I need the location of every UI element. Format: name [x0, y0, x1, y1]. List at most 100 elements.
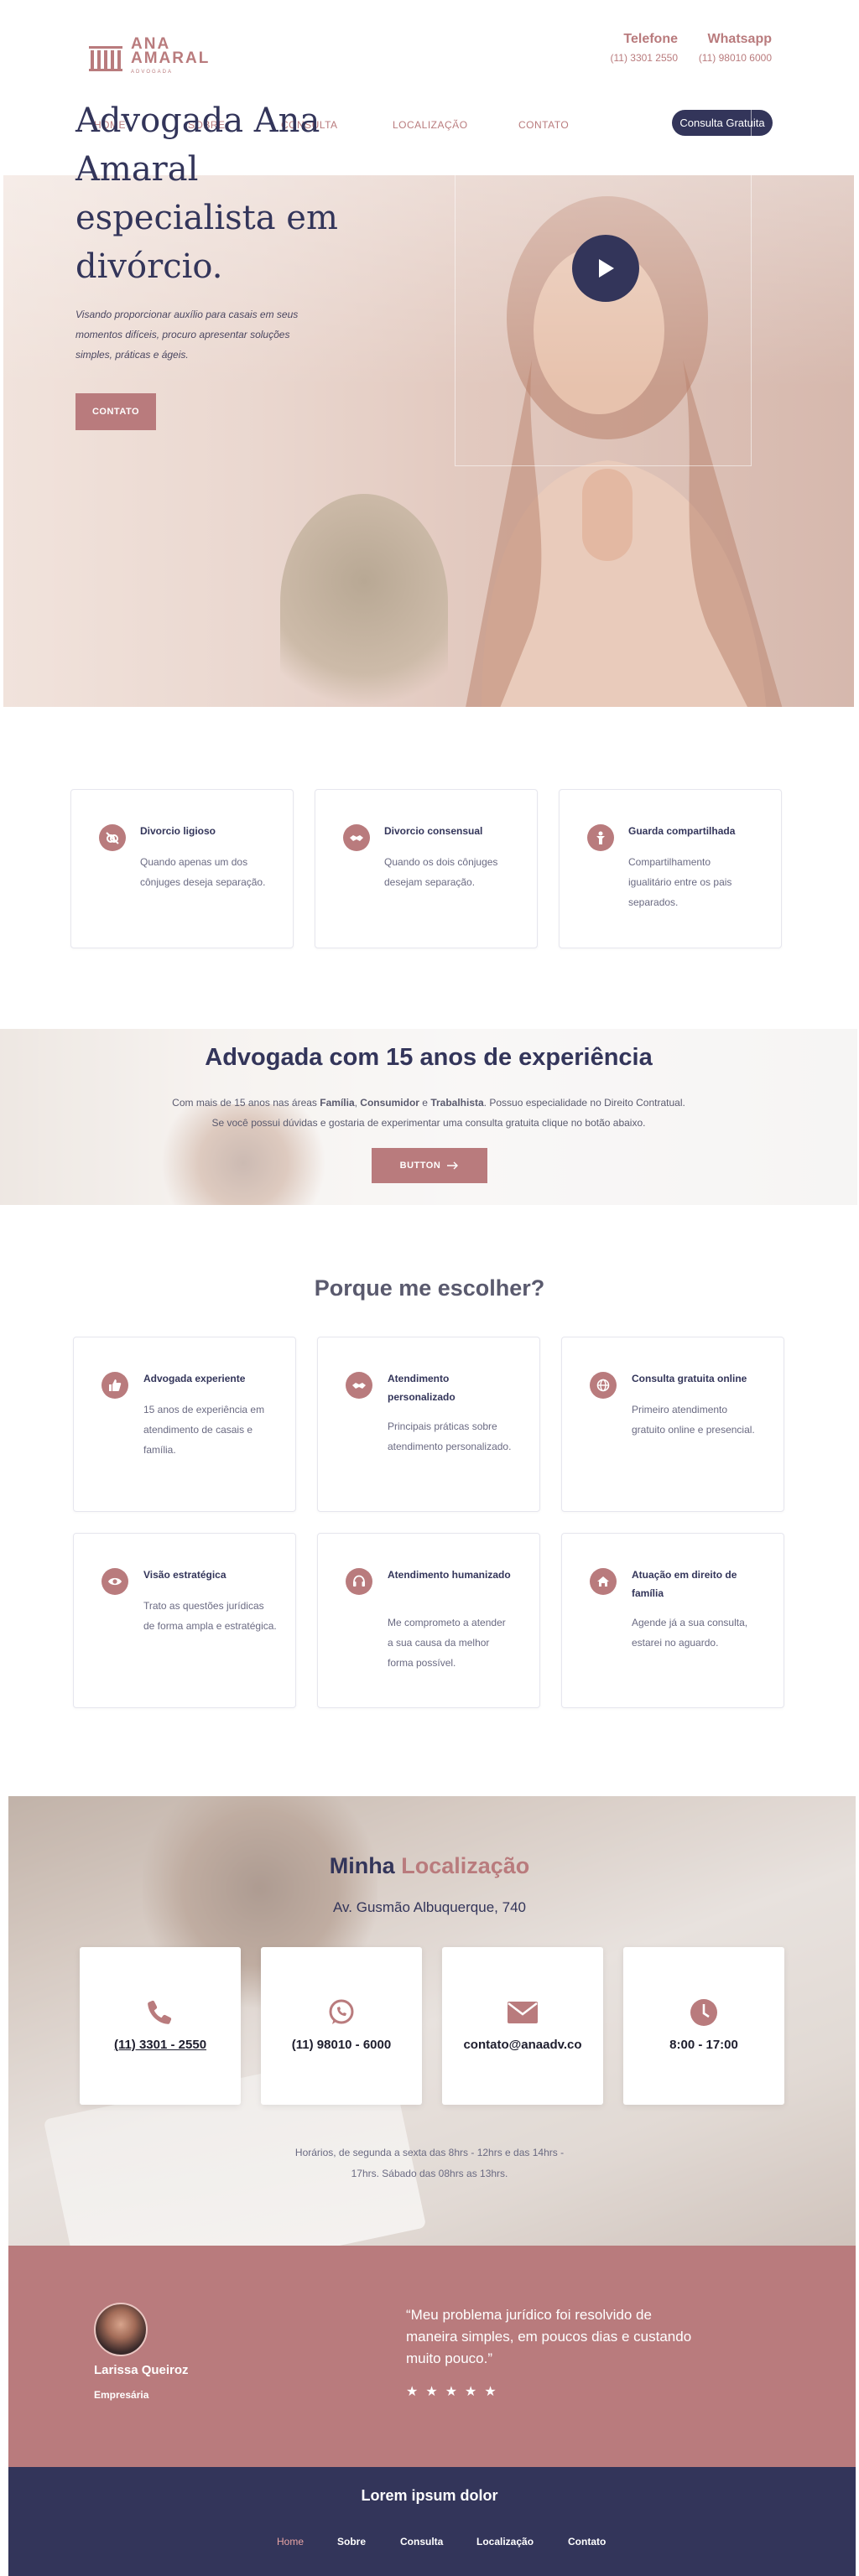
- service-title: Divorcio consensual: [384, 825, 483, 837]
- avatar: [94, 2303, 148, 2356]
- testimonial-role: Empresária: [94, 2389, 149, 2401]
- footer-nav-localizacao[interactable]: Localização: [476, 2536, 568, 2547]
- why-desc: Me comprometo a atender a sua causa da m…: [388, 1617, 506, 1669]
- contact-card-email-text: contato@anaadv.co: [463, 2038, 582, 2052]
- contact-card-hours-text: 8:00 - 17:00: [669, 2038, 738, 2052]
- why-title-text: Atendimento personalizado: [388, 1373, 456, 1403]
- play-video-button[interactable]: [572, 235, 639, 302]
- service-title: Guarda compartilhada: [628, 825, 736, 837]
- brand-line-3: ADVOGADA: [131, 70, 174, 75]
- office-hours-line-1: Horários, de segunda a sexta das 8hrs - …: [294, 2147, 565, 2158]
- why-desc: 15 anos de experiência em atendimento de…: [143, 1404, 265, 1456]
- globe-icon: [590, 1372, 617, 1399]
- why-desc: Primeiro atendimento gratuito online e p…: [632, 1404, 755, 1436]
- why-title-text: Atendimento humanizado: [388, 1569, 511, 1581]
- hero-title: Advogada Ana Amaral especialista em divó…: [75, 101, 338, 286]
- child-icon: [587, 824, 614, 851]
- star-icon: ★: [445, 2385, 458, 2399]
- testimonial-quote: “Meu problema jurídico foi resolvido de …: [406, 2307, 692, 2366]
- contact-phone-label: Telefone: [623, 32, 678, 46]
- contact-phone-value[interactable]: (11) 3301 2550: [594, 52, 678, 64]
- why-title-text: Visão estratégica: [143, 1569, 226, 1581]
- area-trabalhista: Trabalhista: [430, 1097, 484, 1109]
- star-icon: ★: [484, 2385, 497, 2399]
- experience-text-part: Com mais de 15 anos nas áreas: [172, 1097, 320, 1109]
- footer-nav-home[interactable]: Home: [277, 2536, 337, 2547]
- brand-logo[interactable]: ANA AMARAL ADVOGADA: [89, 36, 211, 80]
- footer: [8, 2467, 856, 2576]
- star-icon: ★: [465, 2385, 477, 2399]
- envelope-icon: [442, 1996, 603, 2029]
- footer-title: Lorem ipsum dolor: [361, 2487, 498, 2504]
- contact-whatsapp: Whatsapp (11) 98010 6000: [685, 32, 772, 64]
- service-card[interactable]: Divorcio ligioso Quando apenas um dos cô…: [70, 789, 294, 948]
- why-card[interactable]: Atendimento personalizado Principais prá…: [317, 1337, 540, 1512]
- why-desc: Principais práticas sobre atendimento pe…: [388, 1420, 512, 1452]
- why-card[interactable]: Consulta gratuita online Primeiro atendi…: [561, 1337, 784, 1512]
- experience-title: Advogada com 15 anos de experiência: [205, 1044, 653, 1071]
- why-title-text: Consulta gratuita online: [632, 1373, 747, 1384]
- footer-nav-contato[interactable]: Contato: [568, 2536, 618, 2547]
- why-title-text: Atuação em direito de família: [632, 1569, 737, 1599]
- area-familia: Família: [320, 1097, 355, 1109]
- contact-card-email[interactable]: contato@anaadv.co: [442, 1947, 603, 2105]
- why-card[interactable]: Advogada experiente 15 anos de experiênc…: [73, 1337, 296, 1512]
- service-desc: Quando apenas um dos cônjuges deseja sep…: [140, 856, 266, 888]
- service-desc: Quando os dois cônjuges desejam separaçã…: [384, 856, 498, 888]
- experience-text-line-2: Se você possui dúvidas e gostaria de exp…: [211, 1117, 646, 1129]
- contact-whatsapp-label: Whatsapp: [707, 32, 772, 46]
- why-title: Porque me escolher?: [314, 1275, 545, 1301]
- experience-button[interactable]: BUTTON: [372, 1148, 487, 1183]
- brand-line-2: AMARAL: [131, 49, 211, 67]
- location-title-a: Minha: [329, 1853, 395, 1878]
- hero-contact-button[interactable]: CONTATO: [75, 393, 156, 430]
- service-desc: Compartilhamento igualitário entre os pa…: [628, 856, 732, 908]
- experience-text-part: e: [419, 1097, 431, 1109]
- no-rings-icon: [99, 824, 126, 851]
- handshake-icon: [343, 824, 370, 851]
- contact-card-phone[interactable]: (11) 3301 - 2550: [80, 1947, 241, 2105]
- eye-icon: [102, 1568, 128, 1595]
- location-title-b: Localização: [401, 1853, 530, 1878]
- why-card[interactable]: Visão estratégica Trato as questões jurí…: [73, 1533, 296, 1708]
- home-icon: [590, 1568, 617, 1595]
- whatsapp-icon: [261, 1996, 422, 2029]
- location-title: Minha Localização: [0, 1853, 859, 1879]
- why-desc: Agende já a sua consulta, estarei no agu…: [632, 1617, 748, 1649]
- why-card[interactable]: Atendimento humanizado Me comprometo a a…: [317, 1533, 540, 1708]
- columns-logo-icon: [89, 45, 122, 71]
- why-desc: Trato as questões jurídicas de forma amp…: [143, 1600, 277, 1632]
- why-title-text: Advogada experiente: [143, 1373, 246, 1384]
- clock-icon: [623, 1996, 784, 2029]
- footer-nav-sobre[interactable]: Sobre: [337, 2536, 400, 2547]
- service-card[interactable]: Divorcio consensual Quando os dois cônju…: [315, 789, 538, 948]
- hero-subtitle: Visando proporcionar auxílio para casais…: [75, 309, 299, 361]
- footer-nav-consulta[interactable]: Consulta: [400, 2536, 476, 2547]
- headset-icon: [346, 1568, 372, 1595]
- service-card[interactable]: Guarda compartilhada Compartilhamento ig…: [559, 789, 782, 948]
- experience-text-line-1: Com mais de 15 anos nas áreas Família, C…: [0, 1097, 857, 1109]
- contact-card-whatsapp-text: (11) 98010 - 6000: [291, 2038, 392, 2052]
- experience-button-label: BUTTON: [399, 1161, 441, 1171]
- contact-card-phone-text[interactable]: (11) 3301 - 2550: [80, 2038, 241, 2052]
- play-icon: [599, 259, 614, 278]
- star-icon: ★: [425, 2385, 438, 2399]
- office-hours-line-2: 17hrs. Sábado das 08hrs as 13hrs.: [351, 2168, 508, 2179]
- handshake-icon: [346, 1372, 372, 1399]
- contact-card-whatsapp[interactable]: (11) 98010 - 6000: [261, 1947, 422, 2105]
- star-icon: ★: [406, 2385, 419, 2399]
- footer-nav: Home Sobre Consulta Localização Contato: [277, 2536, 618, 2547]
- phone-icon: [80, 1996, 241, 2029]
- contact-whatsapp-value[interactable]: (11) 98010 6000: [685, 52, 772, 64]
- arrow-right-icon: [447, 1161, 459, 1170]
- contact-phone: Telefone (11) 3301 2550: [594, 32, 678, 64]
- why-card[interactable]: Atuação em direito de família Agende já …: [561, 1533, 784, 1708]
- service-title: Divorcio ligioso: [140, 825, 216, 837]
- contact-card-hours[interactable]: 8:00 - 17:00: [623, 1947, 784, 2105]
- thumbs-up-icon: [102, 1372, 128, 1399]
- location-address: Av. Gusmão Albuquerque, 740: [333, 1899, 526, 1915]
- rating-stars: ★ ★ ★ ★ ★: [406, 2383, 497, 2400]
- area-consumidor: Consumidor: [360, 1097, 419, 1109]
- experience-text-part: . Possuo especialidade no Direito Contra…: [483, 1097, 685, 1109]
- testimonial-name: Larissa Queiroz: [94, 2363, 189, 2377]
